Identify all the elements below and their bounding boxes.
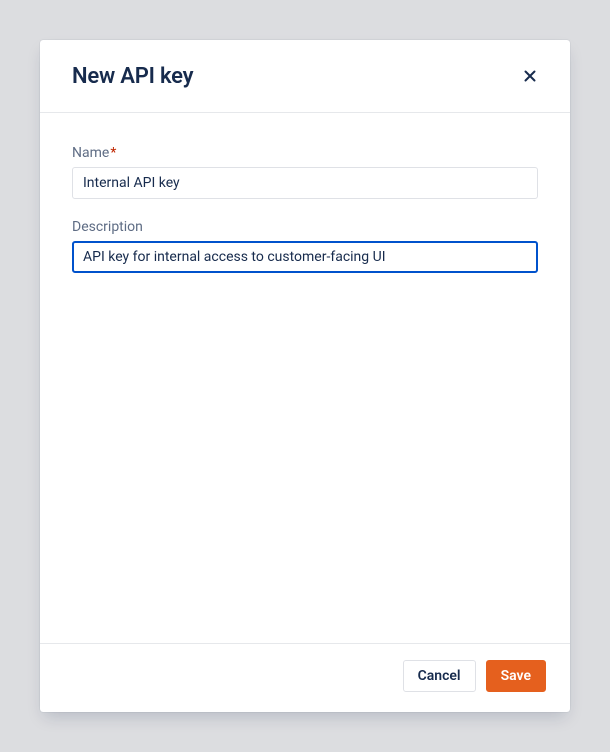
new-api-key-dialog: New API key Name* Description Cancel Sav…: [40, 40, 570, 712]
name-field: Name*: [72, 145, 538, 199]
dialog-footer: Cancel Save: [40, 643, 570, 712]
required-indicator: *: [110, 145, 116, 161]
save-button[interactable]: Save: [486, 660, 546, 692]
description-input[interactable]: [72, 241, 538, 273]
dialog-body: Name* Description: [40, 113, 570, 643]
name-label: Name*: [72, 145, 538, 161]
cancel-button[interactable]: Cancel: [403, 660, 476, 692]
close-button[interactable]: [514, 60, 546, 92]
close-icon: [522, 68, 538, 84]
name-label-text: Name: [72, 145, 109, 161]
description-field: Description: [72, 219, 538, 273]
name-input[interactable]: [72, 167, 538, 199]
dialog-header: New API key: [40, 40, 570, 113]
description-label: Description: [72, 219, 538, 235]
dialog-title: New API key: [72, 64, 193, 89]
